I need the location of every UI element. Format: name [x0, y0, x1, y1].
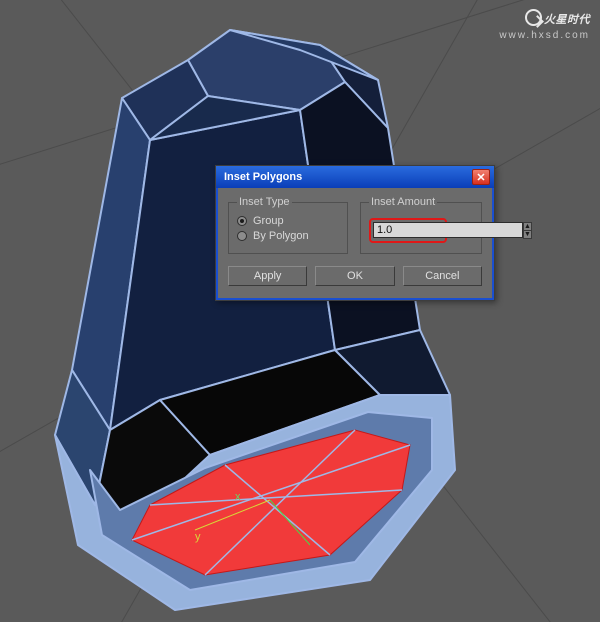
brand-mark-icon	[525, 9, 542, 26]
radio-icon	[237, 231, 247, 241]
inset-amount-highlight: ▲ ▼	[369, 218, 447, 243]
dialog-titlebar[interactable]: Inset Polygons ✕	[216, 166, 494, 188]
scene-geometry: y x	[0, 0, 600, 622]
brand-text: 火星时代	[544, 14, 590, 26]
inset-amount-group: Inset Amount ▲ ▼	[360, 196, 482, 254]
close-icon: ✕	[476, 171, 485, 184]
inset-amount-input[interactable]	[373, 222, 523, 238]
radio-label: Group	[253, 215, 284, 227]
brand-url: www.hxsd.com	[499, 30, 590, 41]
spinner-down-icon[interactable]: ▼	[523, 230, 532, 239]
spinner-buttons: ▲ ▼	[523, 222, 532, 239]
radio-label: By Polygon	[253, 230, 309, 242]
ok-button[interactable]: OK	[315, 266, 394, 286]
svg-text:x: x	[235, 491, 241, 503]
inset-amount-legend: Inset Amount	[369, 196, 437, 208]
inset-type-group: Inset Type Group By Polygon	[228, 196, 348, 254]
cancel-label: Cancel	[425, 270, 459, 282]
close-button[interactable]: ✕	[472, 169, 490, 185]
dialog-body: Inset Type Group By Polygon Inset Amount…	[216, 188, 494, 300]
radio-icon	[237, 216, 247, 226]
cancel-button[interactable]: Cancel	[403, 266, 482, 286]
svg-text:y: y	[195, 531, 201, 543]
watermark: 火星时代 www.hxsd.com	[499, 8, 590, 41]
ok-label: OK	[347, 270, 363, 282]
dialog-button-row: Apply OK Cancel	[228, 266, 482, 286]
apply-button[interactable]: Apply	[228, 266, 307, 286]
brand-logo: 火星时代	[499, 8, 590, 28]
dialog-title: Inset Polygons	[224, 171, 472, 183]
inset-type-legend: Inset Type	[237, 196, 292, 208]
radio-by-polygon[interactable]: By Polygon	[237, 230, 339, 242]
apply-label: Apply	[254, 270, 282, 282]
radio-group[interactable]: Group	[237, 215, 339, 227]
inset-polygons-dialog: Inset Polygons ✕ Inset Type Group By Pol…	[215, 165, 495, 301]
spinner-up-icon[interactable]: ▲	[523, 222, 532, 230]
viewport-3d[interactable]: y x	[0, 0, 600, 622]
